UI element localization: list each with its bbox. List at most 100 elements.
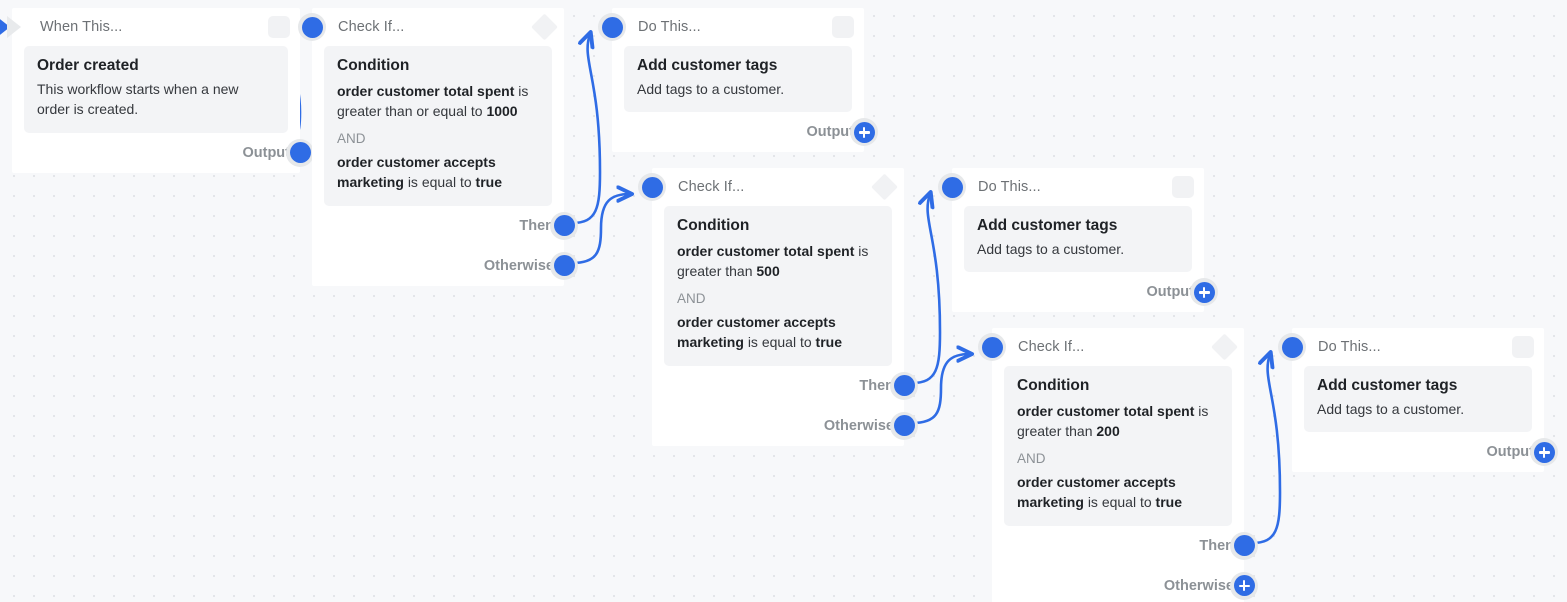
diamond-icon[interactable] — [531, 13, 558, 41]
node-condition-1[interactable]: Check If... Condition order customer tot… — [298, 8, 578, 286]
card-title: Add customer tags — [977, 217, 1118, 234]
node-header[interactable]: Do This... — [938, 168, 1204, 206]
node-header[interactable]: Check If... — [638, 168, 904, 206]
port-label-then: Then — [519, 217, 554, 234]
port-row-otherwise: Otherwise — [312, 246, 578, 286]
port-label-output: Output — [806, 124, 854, 141]
edge-condition-1-then-to-action-1 — [570, 34, 602, 225]
port-label-otherwise: Otherwise — [483, 257, 554, 274]
port-row-output: Output — [952, 272, 1218, 312]
port-label-otherwise: Otherwise — [1163, 577, 1234, 594]
port-row-output: Output — [1292, 432, 1558, 472]
node-header-title: Check If... — [338, 19, 405, 35]
card-description: Add tags to a customer. — [1317, 401, 1465, 417]
then-port-handle[interactable] — [1230, 531, 1258, 560]
node-header-title: Do This... — [638, 19, 701, 35]
node-trigger-order-created[interactable]: When This... Order created This workflow… — [0, 8, 314, 173]
input-port-handle[interactable] — [598, 13, 626, 41]
port-label-output: Output — [242, 144, 290, 161]
card-title: Condition — [337, 57, 410, 74]
node-header[interactable]: When This... — [0, 8, 300, 46]
node-header-title: Check If... — [678, 179, 745, 195]
condition-conjunction: AND — [337, 131, 366, 147]
node-card[interactable]: Add customer tags Add tags to a customer… — [964, 206, 1192, 273]
play-triangle-icon — [0, 16, 21, 38]
node-header[interactable]: Check If... — [978, 328, 1244, 366]
port-label-then: Then — [1199, 537, 1234, 554]
port-row-then: Then — [312, 206, 578, 246]
add-output-step-button[interactable] — [1530, 438, 1558, 467]
clause-value: true — [1155, 494, 1182, 511]
node-header-title: Do This... — [1318, 339, 1381, 355]
card-title: Add customer tags — [637, 57, 778, 74]
card-description: Add tags to a customer. — [977, 241, 1125, 257]
node-card[interactable]: Order created This workflow starts when … — [24, 46, 288, 133]
clause-operator: is equal to — [407, 174, 472, 191]
otherwise-port-handle[interactable] — [550, 251, 578, 280]
node-header-title: Do This... — [978, 179, 1041, 195]
clause-value: 500 — [756, 263, 780, 280]
port-label-output: Output — [1146, 284, 1194, 301]
node-header[interactable]: Do This... — [1278, 328, 1544, 366]
port-label-otherwise: Otherwise — [823, 417, 894, 434]
otherwise-port-handle[interactable] — [890, 411, 918, 440]
condition-clause-1: order customer total spent is greater th… — [677, 241, 879, 281]
then-port-handle[interactable] — [890, 371, 918, 400]
edge-condition-1-otherwise-to-condition-2 — [570, 194, 630, 265]
output-port-handle[interactable] — [286, 138, 314, 167]
node-header[interactable]: Do This... — [598, 8, 864, 46]
card-description: This workflow starts when a new order is… — [37, 81, 239, 118]
then-port-handle[interactable] — [550, 211, 578, 240]
condition-clause-2: order customer accepts marketing is equa… — [677, 312, 879, 352]
node-header-title: When This... — [40, 19, 123, 35]
add-otherwise-step-button[interactable] — [1230, 571, 1258, 600]
card-title: Condition — [677, 217, 750, 234]
node-action-1[interactable]: Do This... Add customer tags Add tags to… — [598, 8, 878, 153]
port-row-output: Output — [612, 112, 878, 152]
rounded-square-icon[interactable] — [1512, 336, 1534, 358]
clause-subject: order customer total spent — [337, 83, 515, 99]
card-title: Condition — [1017, 377, 1090, 394]
clause-operator: is equal to — [1087, 494, 1152, 511]
card-title: Order created — [37, 57, 139, 74]
input-port-handle[interactable] — [298, 13, 326, 41]
rounded-square-icon[interactable] — [1172, 176, 1194, 198]
condition-clause-1: order customer total spent is greater th… — [337, 81, 539, 121]
node-action-3[interactable]: Do This... Add customer tags Add tags to… — [1278, 328, 1558, 473]
node-card[interactable]: Add customer tags Add tags to a customer… — [624, 46, 852, 113]
edge-condition-2-otherwise-to-condition-3 — [910, 354, 970, 425]
node-condition-3[interactable]: Check If... Condition order customer tot… — [978, 328, 1258, 602]
node-header[interactable]: Check If... — [298, 8, 564, 46]
add-output-step-button[interactable] — [850, 118, 878, 147]
clause-subject: order customer total spent — [677, 243, 855, 259]
node-header-title: Check If... — [1018, 339, 1085, 355]
port-row-otherwise: Otherwise — [652, 406, 918, 446]
condition-clause-2: order customer accepts marketing is equa… — [337, 152, 539, 192]
node-card[interactable]: Condition order customer total spent is … — [664, 206, 892, 366]
input-port-handle[interactable] — [638, 173, 666, 201]
condition-clause-1: order customer total spent is greater th… — [1017, 401, 1219, 441]
input-port-handle[interactable] — [938, 173, 966, 201]
condition-conjunction: AND — [677, 291, 706, 307]
clause-value: 200 — [1096, 423, 1120, 440]
node-card[interactable]: Condition order customer total spent is … — [324, 46, 552, 206]
node-action-2[interactable]: Do This... Add customer tags Add tags to… — [938, 168, 1218, 313]
diamond-icon[interactable] — [871, 173, 898, 201]
port-row-output: Output — [12, 133, 314, 173]
diamond-icon[interactable] — [1211, 333, 1238, 361]
condition-clause-2: order customer accepts marketing is equa… — [1017, 472, 1219, 512]
clause-value: 1000 — [486, 103, 518, 120]
input-port-handle[interactable] — [1278, 333, 1306, 361]
port-row-then: Then — [992, 526, 1258, 566]
workflow-canvas[interactable]: When This... Order created This workflow… — [0, 0, 1567, 602]
condition-conjunction: AND — [1017, 451, 1046, 467]
node-condition-2[interactable]: Check If... Condition order customer tot… — [638, 168, 918, 446]
rounded-square-icon[interactable] — [832, 16, 854, 38]
clause-subject: order customer total spent — [1017, 403, 1195, 419]
node-card[interactable]: Condition order customer total spent is … — [1004, 366, 1232, 526]
rounded-square-icon[interactable] — [268, 16, 290, 38]
input-port-handle[interactable] — [978, 333, 1006, 361]
port-label-then: Then — [859, 377, 894, 394]
add-output-step-button[interactable] — [1190, 278, 1218, 307]
node-card[interactable]: Add customer tags Add tags to a customer… — [1304, 366, 1532, 433]
